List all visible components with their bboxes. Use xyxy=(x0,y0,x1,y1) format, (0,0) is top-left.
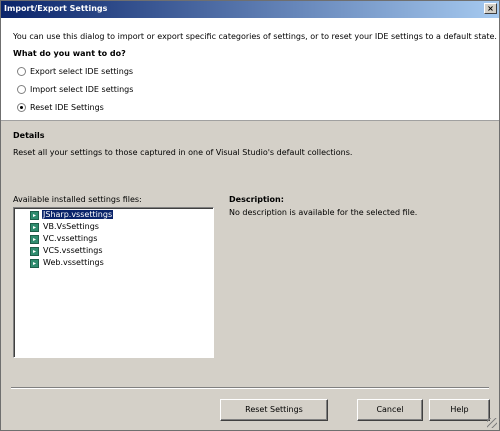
resize-grip[interactable] xyxy=(487,418,497,428)
description-text: No description is available for the sele… xyxy=(229,208,418,217)
settings-file-icon: ▸ xyxy=(30,223,39,232)
details-text: Reset all your settings to those capture… xyxy=(13,148,353,157)
question-heading: What do you want to do? xyxy=(13,49,126,58)
reset-settings-button[interactable]: Reset Settings xyxy=(220,399,328,421)
import-export-settings-dialog: Import/Export Settings × You can use thi… xyxy=(0,0,500,431)
radio-reset-circle[interactable] xyxy=(17,103,26,112)
settings-file-icon: ▸ xyxy=(30,247,39,256)
description-heading: Description: xyxy=(229,195,284,204)
header-panel: You can use this dialog to import or exp… xyxy=(1,18,499,121)
radio-export-circle[interactable] xyxy=(17,67,26,76)
file-name: VB.VsSettings xyxy=(43,222,99,231)
radio-reset-label[interactable]: Reset IDE Settings xyxy=(30,103,104,112)
file-name: Web.vssettings xyxy=(43,258,104,267)
help-button[interactable]: Help xyxy=(429,399,490,421)
file-name: JSharp.vssettings xyxy=(42,210,114,219)
radio-import-label[interactable]: Import select IDE settings xyxy=(30,85,133,94)
settings-files-label: Available installed settings files: xyxy=(13,195,142,204)
radio-export-label[interactable]: Export select IDE settings xyxy=(30,67,133,76)
file-name: VCS.vssettings xyxy=(43,246,103,255)
close-button[interactable]: × xyxy=(484,3,497,14)
cancel-button[interactable]: Cancel xyxy=(357,399,423,421)
settings-file-icon: ▸ xyxy=(30,211,39,220)
button-separator xyxy=(11,387,489,389)
file-name: VC.vssettings xyxy=(43,234,98,243)
intro-text: You can use this dialog to import or exp… xyxy=(13,32,497,41)
close-icon: × xyxy=(487,4,494,13)
settings-files-list[interactable]: ▸ JSharp.vssettings ▸ VB.VsSettings ▸ VC… xyxy=(13,207,214,358)
settings-file-icon: ▸ xyxy=(30,235,39,244)
radio-import-circle[interactable] xyxy=(17,85,26,94)
settings-file-icon: ▸ xyxy=(30,259,39,268)
details-heading: Details xyxy=(13,131,45,140)
title-bar[interactable]: Import/Export Settings × xyxy=(1,1,499,18)
window-title: Import/Export Settings xyxy=(4,4,108,13)
